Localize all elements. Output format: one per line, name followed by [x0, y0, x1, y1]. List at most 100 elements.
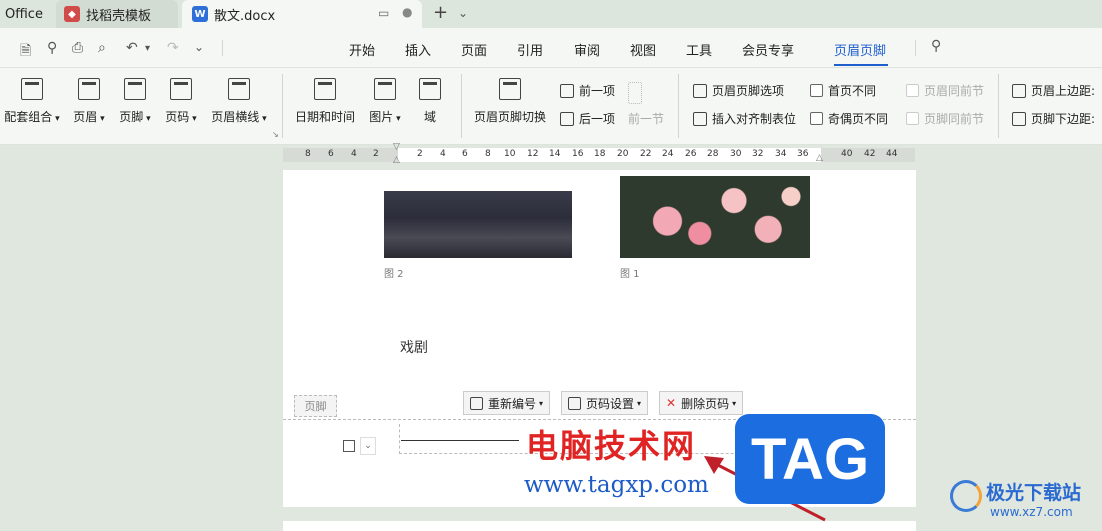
prev-section-icon[interactable]	[628, 82, 647, 104]
tab-template-label: 找稻壳模板	[86, 8, 152, 24]
ruler-number: 30	[730, 149, 742, 159]
header-same-as-prev-checkbox[interactable]: 页眉同前节	[906, 82, 984, 99]
divider	[915, 40, 916, 56]
menu-header-footer[interactable]: 页眉页脚	[834, 40, 886, 59]
matching-combo-button[interactable]: 配套组合 ▾	[2, 78, 62, 125]
prev-section-label: 前一节	[628, 112, 665, 126]
ruler-number: 14	[549, 149, 561, 159]
undo-icon[interactable]: ↶	[126, 40, 138, 56]
page-number-settings-button[interactable]: 页码设置 ▾	[561, 391, 649, 415]
date-time-button[interactable]: 日期和时间	[292, 78, 358, 125]
menu-page[interactable]: 页面	[461, 40, 487, 59]
menu-reference[interactable]: 引用	[517, 40, 543, 59]
header-line-label: 页眉横线	[211, 110, 260, 124]
ruler-number: 22	[640, 149, 652, 159]
previous-item-button[interactable]: 前一项	[560, 82, 615, 99]
ruler-number: 34	[775, 149, 787, 159]
date-time-label: 日期和时间	[294, 110, 355, 124]
horizontal-ruler[interactable]: 8 6 4 2 2 4 6 8 10 12 14 16 18 20 22 24 …	[283, 142, 915, 165]
picture-icon	[374, 78, 396, 100]
paragraph-layout-icon[interactable]	[343, 440, 355, 452]
menu-member[interactable]: 会员专享	[742, 40, 794, 59]
menu-tools[interactable]: 工具	[686, 40, 712, 59]
active-tab-indicator	[834, 64, 888, 66]
indent-marker-icon[interactable]: △	[393, 155, 400, 165]
chevron-down-icon: ▾	[52, 114, 60, 124]
menu-view[interactable]: 视图	[630, 40, 656, 59]
footer-bottom-margin-field[interactable]: 页脚下边距:	[1012, 110, 1095, 127]
ruler-number: 2	[417, 149, 423, 159]
divider	[282, 74, 283, 138]
delete-page-number-button[interactable]: ✕ 删除页码 ▾	[659, 391, 744, 415]
watermark-site: 极光下载站 www.xz7.com	[950, 478, 1081, 519]
watermark-title: 电脑技术网	[526, 427, 697, 465]
header-label: 页眉	[73, 110, 98, 124]
print-preview-icon[interactable]: ⌕	[98, 40, 106, 56]
tab-template[interactable]: ◆ 找稻壳模板	[56, 0, 178, 28]
header-line-button[interactable]: 页眉横线 ▾	[208, 78, 270, 125]
tab-document[interactable]: W 散文.docx ▭ ●	[182, 0, 422, 28]
header-footer-options-button[interactable]: 页眉页脚选项	[693, 82, 784, 99]
first-page-different-label: 首页不同	[828, 84, 877, 98]
footer-region-label-text: 页脚	[304, 400, 327, 413]
right-indent-marker-icon[interactable]: △	[816, 153, 823, 163]
print-icon[interactable]: ⎙	[72, 40, 83, 56]
switch-header-footer-button[interactable]: 页眉页脚切换	[472, 78, 548, 125]
chevron-down-icon[interactable]: ⌄	[360, 437, 376, 455]
save-icon[interactable]: 🗎	[20, 40, 31, 64]
prev-section-button[interactable]: 前一节	[628, 110, 664, 127]
ruler-number: 20	[617, 149, 629, 159]
monitor-icon[interactable]: ▭	[378, 6, 389, 20]
renumber-label: 重新编号	[488, 396, 537, 411]
link-icon[interactable]: ⚲	[47, 40, 57, 56]
calendar-icon	[314, 78, 336, 100]
field-button[interactable]: 域	[415, 78, 445, 125]
header-top-margin-field[interactable]: 页眉上边距:	[1012, 82, 1095, 99]
menu-review[interactable]: 审阅	[574, 40, 600, 59]
ruler-number: 36	[797, 149, 809, 159]
tab-office[interactable]: Office	[0, 0, 52, 28]
menu-bar: 🗎 ⚲ ⎙ ⌕ ↶ ▾ ↷ ⌄ 开始 插入 页面 引用 审阅 视图 工具 会员专…	[0, 28, 1102, 68]
footer-same-as-prev-checkbox[interactable]: 页脚同前节	[906, 110, 984, 127]
page-number-button[interactable]: 页码 ▾	[162, 78, 200, 125]
ruler-number: 16	[572, 149, 584, 159]
ruler-number: 32	[752, 149, 764, 159]
menu-insert[interactable]: 插入	[405, 40, 431, 59]
renumber-button[interactable]: 重新编号 ▾	[463, 391, 551, 415]
page-number-label: 页码	[165, 110, 190, 124]
first-page-different-checkbox[interactable]: 首页不同	[810, 82, 876, 99]
insert-align-tab-button[interactable]: 插入对齐制表位	[693, 110, 796, 127]
picture-button[interactable]: 图片 ▾	[365, 78, 405, 125]
more-icon[interactable]: ⌄	[194, 40, 204, 54]
footer-button[interactable]: 页脚 ▾	[116, 78, 154, 125]
switch-icon	[499, 78, 521, 100]
ruler-number: 24	[662, 149, 674, 159]
tab-document-label: 散文.docx	[214, 8, 276, 24]
wps-docer-icon: ◆	[64, 6, 80, 22]
indent-marker-icon[interactable]: ▽	[393, 142, 400, 152]
document-image-2[interactable]	[384, 191, 572, 258]
body-paragraph[interactable]: 戏剧	[400, 337, 428, 357]
chevron-down-icon: ▾	[189, 114, 197, 124]
ruler-number: 26	[685, 149, 697, 159]
page-number-icon	[170, 78, 192, 100]
undo-dropdown-icon[interactable]: ▾	[145, 43, 150, 54]
ruler-number: 40	[841, 149, 853, 159]
chevron-down-icon[interactable]: ⌄	[458, 6, 468, 20]
chevron-down-icon: ▾	[637, 398, 642, 408]
search-icon[interactable]: ⚲	[931, 38, 941, 54]
document-image-1[interactable]	[620, 176, 810, 258]
prev-section-icon-shape	[628, 82, 642, 104]
watermark-tag-logo: TAG	[735, 414, 885, 504]
menu-home[interactable]: 开始	[349, 40, 375, 59]
unsaved-dot-icon[interactable]: ●	[402, 5, 412, 19]
expand-corner-icon[interactable]: ↘	[272, 130, 279, 139]
next-item-button[interactable]: 后一项	[560, 110, 615, 127]
redo-icon[interactable]: ↷	[167, 40, 179, 56]
header-button[interactable]: 页眉 ▾	[70, 78, 108, 125]
previous-icon	[560, 83, 574, 98]
next-item-label: 后一项	[579, 112, 616, 126]
checkbox-icon	[906, 84, 919, 97]
odd-even-different-checkbox[interactable]: 奇偶页不同	[810, 110, 888, 127]
new-tab-icon[interactable]: +	[433, 2, 448, 23]
